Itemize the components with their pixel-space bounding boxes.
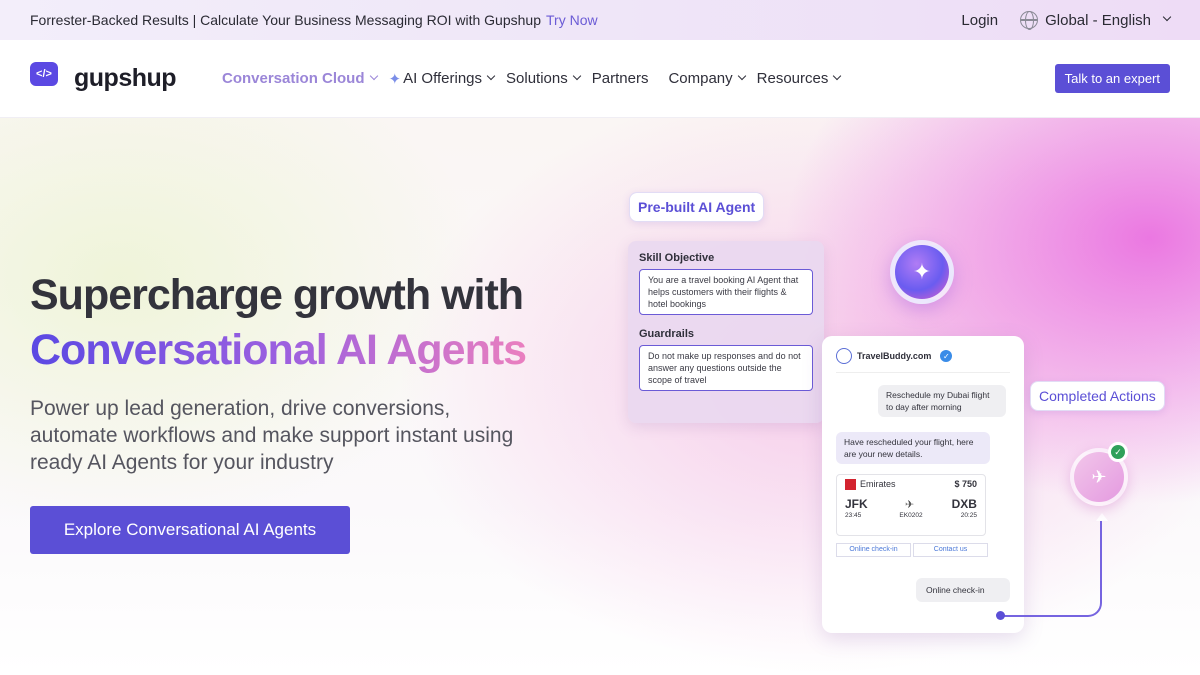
chevron-down-icon [572, 71, 581, 80]
sparkle-icon: ✦ [388, 70, 402, 88]
brand-name: gupshup [74, 64, 177, 92]
arrow-up-icon [1096, 513, 1108, 521]
guardrails-text: Do not make up responses and do not answ… [639, 345, 813, 391]
talk-to-expert-button[interactable]: Talk to an expert [1054, 64, 1170, 93]
departure-time: 23:45 [845, 512, 862, 520]
login-link[interactable]: Login [961, 12, 998, 29]
nav-label: Company [668, 70, 733, 87]
banner-text: Forrester-Backed Results | Calculate You… [30, 12, 541, 28]
nav-label: AI Offerings [403, 70, 483, 87]
explore-agents-button[interactable]: Explore Conversational AI Agents [30, 506, 350, 554]
nav-item-conversation-cloud[interactable]: Conversation Cloud [222, 70, 378, 87]
hero-subtitle: Power up lead generation, drive conversi… [30, 397, 514, 474]
top-banner: Forrester-Backed Results | Calculate You… [0, 0, 1200, 40]
logo-code-glyph: </> [30, 61, 58, 86]
flight-price: $ 750 [954, 479, 977, 489]
nav-item-solutions[interactable]: Solutions [506, 70, 581, 87]
skill-objective-title: Skill Objective [639, 252, 715, 264]
flight-card: Emirates $ 750 JFK ✈ DXB 23:45 EK0202 20… [836, 474, 986, 536]
user-message-1: Reschedule my Dubai flight to day after … [878, 385, 1006, 417]
ai-sparkle-icon: ✦ [890, 240, 954, 304]
to-code: DXB [951, 497, 977, 512]
chevron-down-icon [737, 71, 746, 80]
contact-us-link[interactable]: Contact us [913, 543, 988, 557]
agent-config-panel: Skill Objective You are a travel booking… [628, 241, 824, 423]
brand-logo[interactable]: </> gupshup [30, 61, 222, 96]
bot-message-1: Have rescheduled your flight, here are y… [836, 432, 990, 464]
check-icon: ✓ [1108, 442, 1128, 462]
user-message-2: Online check-in [916, 578, 1010, 602]
try-now-link[interactable]: Try Now [546, 12, 598, 28]
hero-title-line1: Supercharge growth with [30, 271, 524, 319]
chevron-down-icon [486, 71, 496, 80]
from-code: JFK [845, 497, 868, 512]
guardrails-title: Guardrails [639, 328, 695, 340]
main-nav: </> gupshup Conversation Cloud ✦ AI Offe… [0, 40, 1200, 118]
skill-objective-text: You are a travel booking AI Agent that h… [639, 269, 813, 315]
flight-number: EK0202 [899, 512, 923, 520]
online-checkin-link[interactable]: Online check-in [836, 543, 911, 557]
banner-right: Login Global - English [961, 11, 1172, 30]
hero-section: Supercharge growth with Conversational A… [0, 118, 1200, 675]
connector-line [1000, 518, 1102, 617]
prebuilt-agent-label: Pre-built AI Agent [629, 192, 765, 222]
nav-label: Partners [591, 70, 649, 87]
chevron-down-icon [1162, 12, 1172, 22]
chevron-down-icon [833, 71, 842, 80]
nav-item-ai-offerings[interactable]: ✦ AI Offerings [388, 70, 496, 88]
business-avatar-icon [836, 348, 852, 364]
language-selector[interactable]: Global - English [1020, 11, 1172, 30]
flight-actions: Online check-in Contact us [836, 543, 988, 557]
language-label: Global - English [1045, 11, 1151, 29]
completed-actions-label: Completed Actions [1030, 381, 1165, 411]
globe-icon [1020, 11, 1039, 30]
nav-label: Resources [756, 70, 829, 87]
emirates-logo-icon [845, 479, 856, 491]
connector-dot [996, 611, 1005, 620]
hero-title-line2: Conversational AI Agents [30, 323, 527, 377]
logo-icon: </> [30, 61, 68, 96]
arrival-time: 20:25 [960, 512, 977, 520]
plane-icon: ✈ [905, 498, 915, 511]
chevron-down-icon [369, 71, 378, 80]
nav-item-resources[interactable]: Resources [756, 70, 842, 87]
nav-label: Conversation Cloud [222, 70, 365, 87]
business-name: TravelBuddy.com [857, 351, 932, 361]
verified-badge-icon: ✓ [940, 350, 953, 362]
nav-menu: Conversation Cloud ✦ AI Offerings Soluti… [222, 70, 852, 88]
airline-name: Emirates [860, 479, 896, 489]
chat-mockup: TravelBuddy.com ✓ Reschedule my Dubai fl… [822, 336, 1024, 633]
nav-label: Solutions [506, 70, 568, 87]
nav-item-partners[interactable]: Partners [592, 70, 649, 87]
nav-item-company[interactable]: Company [668, 70, 746, 87]
chat-header: TravelBuddy.com ✓ [836, 348, 1010, 373]
